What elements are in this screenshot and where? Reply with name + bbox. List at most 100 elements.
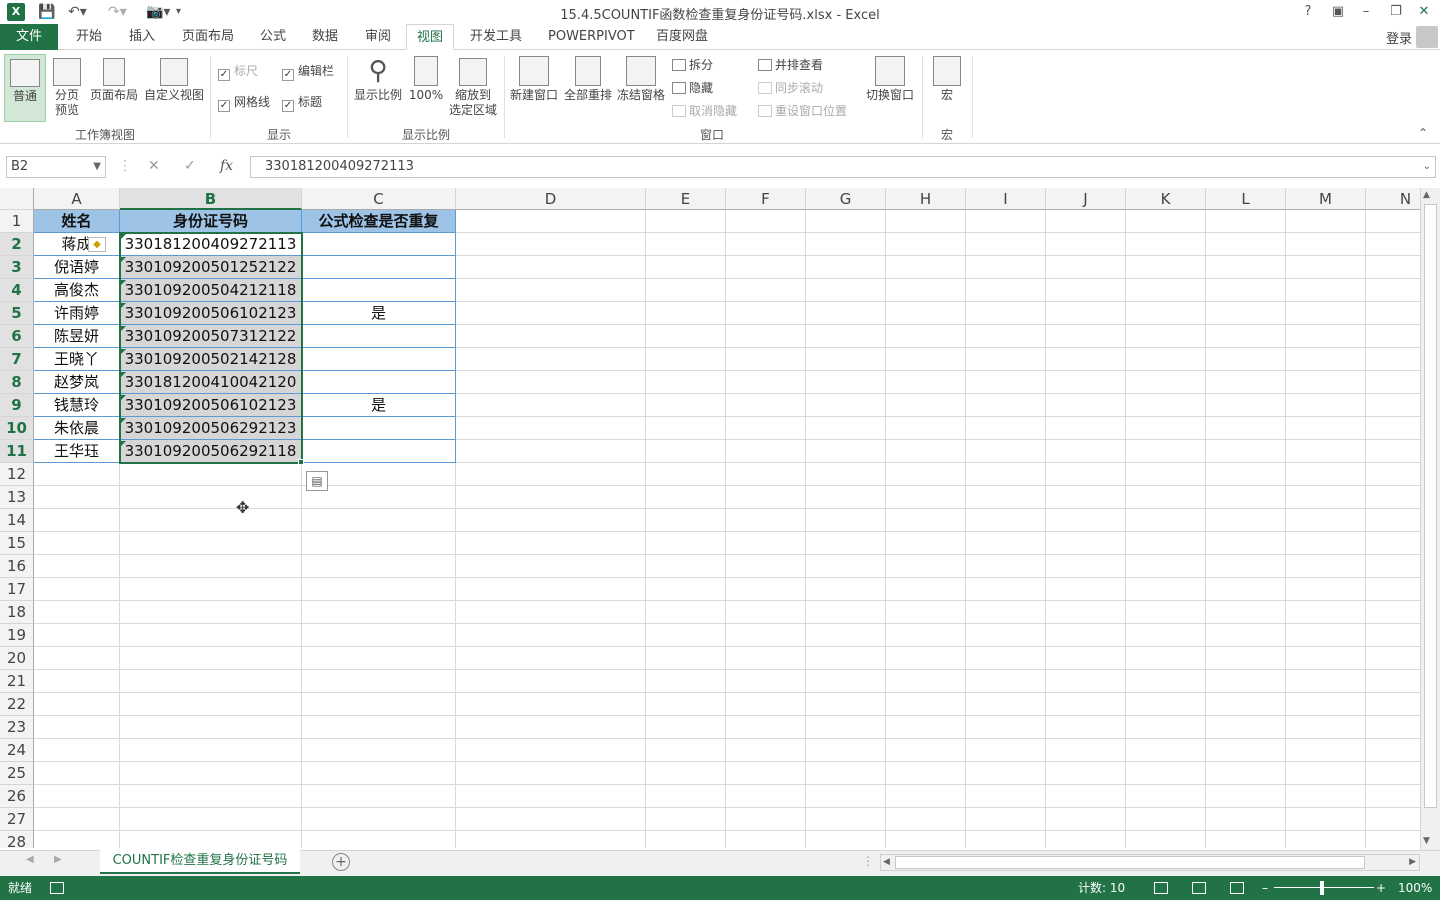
add-sheet-icon[interactable]: + [332, 853, 350, 871]
cell[interactable] [806, 302, 886, 325]
cell[interactable] [1366, 532, 1420, 555]
cell[interactable] [302, 808, 456, 831]
name-cell[interactable]: 许雨婷 [34, 302, 120, 325]
cell[interactable] [302, 785, 456, 808]
cell[interactable] [1046, 210, 1126, 233]
cell[interactable] [1286, 739, 1366, 762]
cell[interactable] [1206, 785, 1286, 808]
cell[interactable] [966, 394, 1046, 417]
cell[interactable] [886, 601, 966, 624]
cell[interactable] [806, 348, 886, 371]
normal-view-status-icon[interactable] [1154, 882, 1168, 894]
cell[interactable] [1126, 762, 1206, 785]
cell[interactable] [886, 279, 966, 302]
id-number-cell[interactable]: 330109200506102123 [120, 394, 302, 417]
worksheet-grid[interactable]: A B C D E F G H I J K L M N 1 2 3 4 5 6 7 8 9 10 11 12 13 14 15 16 17 1… [0, 188, 1420, 848]
cell[interactable] [302, 509, 456, 532]
row-header-10[interactable]: 10 [0, 417, 34, 440]
cell[interactable] [886, 371, 966, 394]
cell[interactable] [966, 647, 1046, 670]
cell[interactable] [1366, 210, 1420, 233]
cell[interactable] [1366, 716, 1420, 739]
cell[interactable] [726, 693, 806, 716]
duplicate-check-cell[interactable] [302, 325, 456, 348]
cell[interactable] [886, 210, 966, 233]
cell[interactable] [120, 739, 302, 762]
cell[interactable] [456, 647, 646, 670]
id-number-cell[interactable]: 330109200501252122 [120, 256, 302, 279]
cell[interactable] [726, 348, 806, 371]
cell[interactable] [34, 693, 120, 716]
name-cell[interactable]: 王华珏 [34, 440, 120, 463]
arrange-all-button[interactable]: 全部重排 [562, 54, 614, 122]
cell[interactable] [966, 256, 1046, 279]
cell[interactable] [1206, 440, 1286, 463]
cell[interactable] [34, 601, 120, 624]
row-header-25[interactable]: 25 [0, 762, 34, 785]
cell[interactable] [1046, 716, 1126, 739]
cell[interactable] [966, 440, 1046, 463]
cell[interactable] [726, 371, 806, 394]
cell[interactable] [1206, 486, 1286, 509]
cell[interactable] [456, 417, 646, 440]
cell[interactable] [646, 601, 726, 624]
row-header-21[interactable]: 21 [0, 670, 34, 693]
cell[interactable] [1286, 785, 1366, 808]
ruler-checkbox[interactable]: ✓ 标尺 [218, 64, 258, 81]
cell[interactable] [1206, 256, 1286, 279]
cell[interactable] [806, 440, 886, 463]
cell[interactable] [1046, 647, 1126, 670]
cell[interactable] [966, 532, 1046, 555]
cell[interactable] [1366, 578, 1420, 601]
cell[interactable] [456, 279, 646, 302]
cell[interactable] [646, 555, 726, 578]
prev-sheet-icon[interactable]: ◀ [26, 854, 34, 865]
column-header-m[interactable]: M [1286, 188, 1366, 210]
gridlines-checkbox[interactable]: ✓ 网格线 [218, 95, 270, 112]
cell[interactable] [1206, 394, 1286, 417]
scroll-down-icon[interactable]: ▼ [1423, 836, 1430, 846]
cell[interactable] [120, 831, 302, 848]
cell[interactable] [806, 256, 886, 279]
unhide-button[interactable]: 取消隐藏 [672, 104, 737, 118]
view-side-by-side-button[interactable]: 并排查看 [758, 58, 823, 72]
cell[interactable] [1046, 831, 1126, 848]
cell[interactable] [966, 716, 1046, 739]
tab-powerpivot[interactable]: POWERPIVOT [538, 24, 645, 50]
cell[interactable] [1286, 210, 1366, 233]
cell[interactable] [302, 670, 456, 693]
cell[interactable] [456, 509, 646, 532]
tab-home[interactable]: 开始 [66, 24, 112, 50]
enter-icon[interactable]: ✓ [184, 158, 196, 174]
cell[interactable] [302, 555, 456, 578]
cell[interactable] [1206, 555, 1286, 578]
cell[interactable] [1286, 463, 1366, 486]
cell[interactable] [646, 532, 726, 555]
cell[interactable] [966, 831, 1046, 848]
collapse-ribbon-icon[interactable]: ⌃ [1418, 126, 1428, 140]
cell[interactable] [302, 647, 456, 670]
cell[interactable] [302, 601, 456, 624]
cell[interactable] [966, 693, 1046, 716]
scroll-up-icon[interactable]: ▲ [1423, 190, 1430, 200]
minimize-icon[interactable]: – [1352, 2, 1380, 22]
cell[interactable] [34, 532, 120, 555]
cell[interactable] [806, 739, 886, 762]
cell[interactable] [806, 670, 886, 693]
zoom-in-icon[interactable]: + [1376, 876, 1386, 900]
cell[interactable] [456, 486, 646, 509]
cell[interactable] [966, 762, 1046, 785]
cell[interactable] [456, 578, 646, 601]
cell[interactable] [1366, 624, 1420, 647]
cell[interactable] [966, 233, 1046, 256]
cell[interactable] [1366, 647, 1420, 670]
cell[interactable] [1046, 325, 1126, 348]
cell[interactable] [1046, 233, 1126, 256]
name-cell[interactable]: 王晓丫 [34, 348, 120, 371]
warning-icon[interactable]: ◆ [88, 237, 106, 252]
cell[interactable] [456, 785, 646, 808]
cell[interactable] [886, 233, 966, 256]
cell[interactable] [646, 785, 726, 808]
cell[interactable] [302, 716, 456, 739]
cell[interactable] [1046, 279, 1126, 302]
